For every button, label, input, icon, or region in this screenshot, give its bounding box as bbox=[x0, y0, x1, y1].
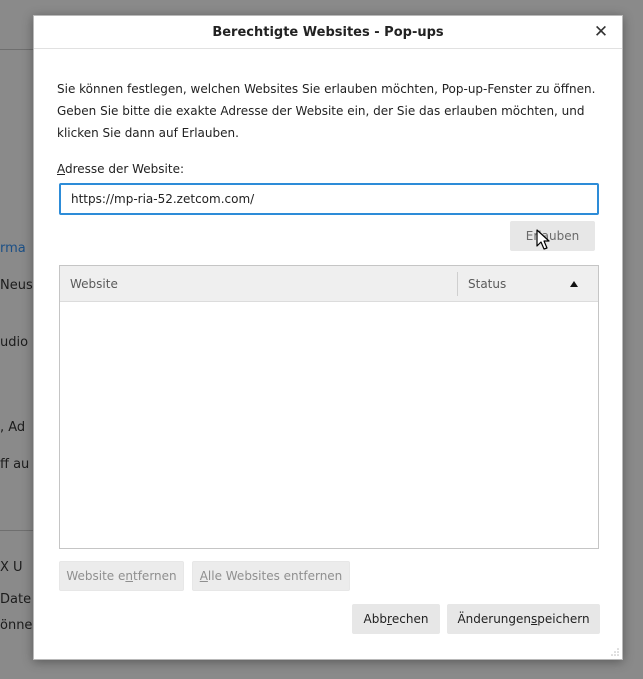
remove-button-label-rest: tfernen bbox=[133, 569, 177, 583]
dialog-titlebar: Berechtigte Websites - Pop-ups bbox=[34, 16, 622, 49]
address-label-accesskey: A bbox=[57, 162, 65, 176]
remove-website-button[interactable]: Website e n tfernen bbox=[59, 561, 184, 591]
save-button-label-rest: peichern bbox=[537, 612, 590, 626]
resize-grip-icon[interactable] bbox=[611, 648, 619, 656]
remove-all-websites-button[interactable]: Alle Websites entfernen bbox=[192, 561, 350, 591]
save-changes-button[interactable]: Änderungen s peichern bbox=[447, 604, 600, 634]
permissions-dialog: Berechtigte Websites - Pop-ups ✕ Sie kön… bbox=[33, 15, 623, 660]
cancel-button[interactable]: Abb r echen bbox=[352, 604, 440, 634]
table-body[interactable] bbox=[60, 302, 598, 548]
remove-all-button-accesskey: A bbox=[199, 569, 208, 583]
triangle-up-icon bbox=[570, 281, 578, 287]
website-address-input[interactable] bbox=[59, 183, 599, 215]
mouse-pointer-icon bbox=[536, 229, 550, 250]
address-label: Adresse der Website: bbox=[57, 162, 184, 176]
allow-button[interactable]: Erlauben bbox=[510, 221, 595, 251]
close-button[interactable]: ✕ bbox=[592, 23, 610, 41]
table-header: Website Status bbox=[60, 266, 598, 302]
remove-all-button-label-rest: lle Websites entfernen bbox=[207, 569, 343, 583]
website-table: Website Status bbox=[59, 265, 599, 549]
column-header-website[interactable]: Website bbox=[60, 277, 457, 291]
cancel-button-label: Abb bbox=[363, 612, 387, 626]
save-button-label: Änderungen bbox=[457, 612, 532, 626]
cancel-button-label-rest: echen bbox=[391, 612, 429, 626]
dialog-title: Berechtigte Websites - Pop-ups bbox=[212, 24, 444, 40]
remove-button-accesskey: n bbox=[125, 569, 133, 583]
address-label-text: dresse der Website: bbox=[65, 162, 184, 176]
remove-button-label: Website e bbox=[66, 569, 126, 583]
intro-text: Sie können festlegen, welchen Websites S… bbox=[57, 82, 596, 140]
close-icon: ✕ bbox=[593, 22, 609, 42]
